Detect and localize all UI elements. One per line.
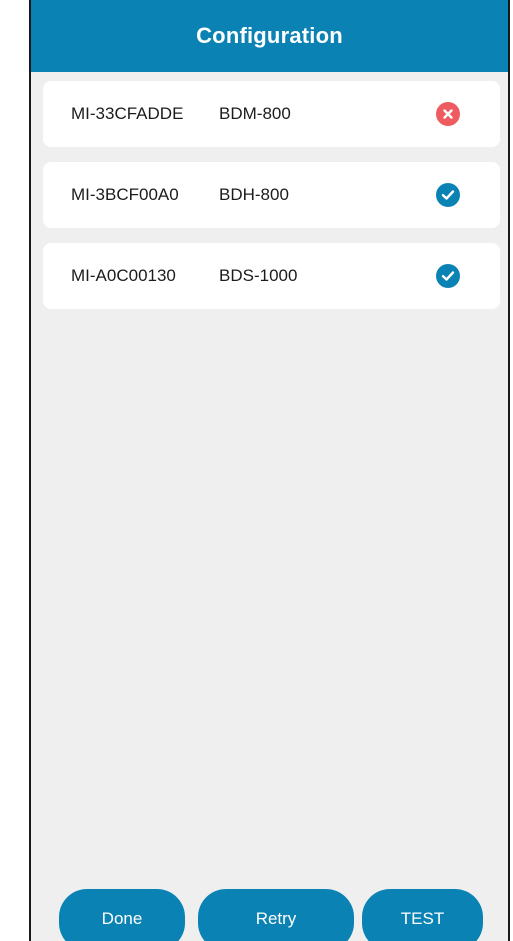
button-bar: Done Retry TEST (31, 841, 508, 941)
error-x-icon (436, 102, 460, 126)
test-button[interactable]: TEST (362, 889, 483, 941)
device-row[interactable]: MI-A0C00130 BDS-1000 (43, 243, 500, 309)
done-button[interactable]: Done (59, 889, 185, 941)
app-screen: Configuration MI-33CFADDE BDM-800 MI-3BC… (29, 0, 510, 941)
device-list: MI-33CFADDE BDM-800 MI-3BCF00A0 BDH-800 … (43, 81, 500, 324)
app-header: Configuration (31, 0, 508, 72)
device-id: MI-A0C00130 (71, 266, 176, 285)
device-id: MI-33CFADDE (71, 104, 184, 123)
page-title: Configuration (196, 23, 343, 48)
device-row[interactable]: MI-3BCF00A0 BDH-800 (43, 162, 500, 228)
device-model: BDH-800 (219, 185, 289, 204)
device-model: BDM-800 (219, 104, 291, 123)
check-icon (436, 264, 460, 288)
device-model: BDS-1000 (219, 266, 298, 285)
check-icon (436, 183, 460, 207)
device-id: MI-3BCF00A0 (71, 185, 179, 204)
device-row[interactable]: MI-33CFADDE BDM-800 (43, 81, 500, 147)
retry-button[interactable]: Retry (198, 889, 354, 941)
